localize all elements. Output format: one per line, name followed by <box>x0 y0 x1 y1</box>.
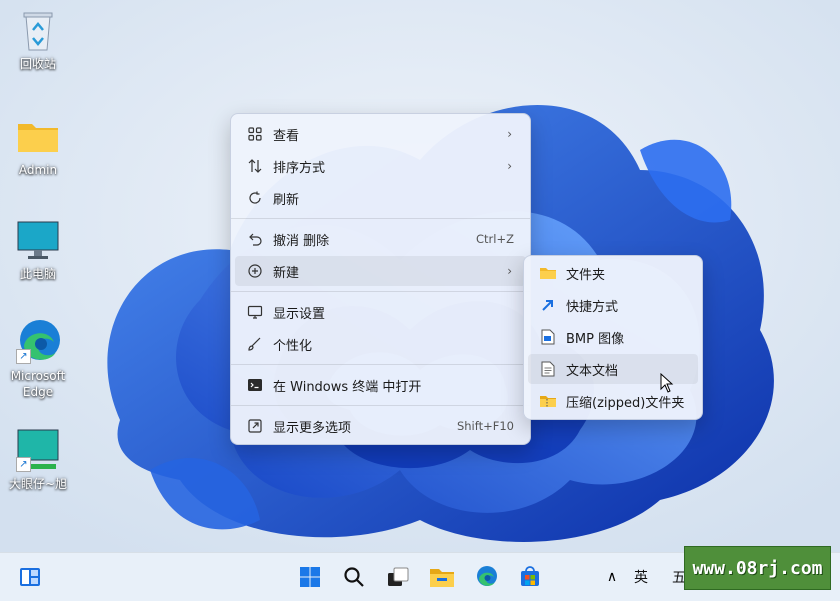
more-options-icon <box>245 416 265 436</box>
menu-item-label: 快捷方式 <box>566 299 619 315</box>
view-grid-icon <box>245 124 265 144</box>
menu-item-label: 刷新 <box>273 192 300 208</box>
task-view-icon <box>388 567 409 586</box>
desktop-icon-shortcut[interactable]: ↗ 大眼仔~旭 <box>6 426 70 492</box>
menu-item-undo-delete[interactable]: 撤消 删除 Ctrl+Z <box>235 224 526 254</box>
edge-taskbar-button[interactable] <box>470 561 502 593</box>
shortcut-text: Ctrl+Z <box>476 232 514 246</box>
desktop-icon-label: Microsoft Edge <box>10 369 66 399</box>
desktop-icon-recycle-bin[interactable]: 回收站 <box>6 6 70 72</box>
search-button[interactable] <box>338 561 370 593</box>
menu-item-sort[interactable]: 排序方式 › <box>235 151 526 181</box>
folder-icon <box>14 112 62 160</box>
submenu-item-shortcut[interactable]: 快捷方式 <box>528 290 698 320</box>
mouse-cursor-icon <box>660 373 674 393</box>
menu-item-label: 压缩(zipped)文件夹 <box>566 395 685 411</box>
menu-item-open-terminal[interactable]: 在 Windows 终端 中打开 <box>235 370 526 400</box>
menu-item-label: 新建 <box>273 265 300 281</box>
edge-icon: ↗ <box>14 318 62 366</box>
text-document-icon <box>538 359 558 379</box>
desktop-icon-label: 此电脑 <box>19 267 56 281</box>
menu-item-refresh[interactable]: 刷新 <box>235 183 526 213</box>
desktop-icon-label: 回收站 <box>19 57 56 71</box>
menu-separator <box>231 364 530 365</box>
menu-separator <box>231 405 530 406</box>
submenu-item-bmp-image[interactable]: BMP 图像 <box>528 322 698 352</box>
shortcut-text: Shift+F10 <box>456 419 514 433</box>
widgets-button[interactable] <box>14 561 46 593</box>
sort-icon <box>245 156 265 176</box>
context-menu: 查看 › 排序方式 › 刷新 撤消 删除 Ctrl+Z 新建 › 显示设置 个性… <box>230 113 531 445</box>
zip-folder-icon <box>538 391 558 411</box>
file-explorer-icon <box>430 569 454 587</box>
menu-item-display-settings[interactable]: 显示设置 <box>235 297 526 327</box>
ime-language-indicator[interactable]: 英 <box>634 567 648 587</box>
shortcut-icon <box>538 295 558 315</box>
task-view-button[interactable] <box>382 561 414 593</box>
chevron-right-icon: › <box>507 127 512 141</box>
menu-item-label: 显示设置 <box>273 306 326 322</box>
bmp-image-icon <box>538 327 558 347</box>
windows-logo-icon <box>300 567 320 587</box>
chevron-up-icon: ∧ <box>606 569 618 585</box>
menu-item-label: 文件夹 <box>566 267 606 283</box>
widgets-icon <box>20 568 40 586</box>
shortcut-arrow-icon: ↗ <box>16 349 31 364</box>
monitor-icon <box>14 216 62 264</box>
desktop-icon-this-pc[interactable]: 此电脑 <box>6 216 70 282</box>
menu-item-label: 个性化 <box>273 338 313 354</box>
desktop-icon-label: 大眼仔~旭 <box>8 477 68 491</box>
submenu-item-folder[interactable]: 文件夹 <box>528 258 698 288</box>
menu-item-label: 撤消 删除 <box>273 233 330 249</box>
monitor-shortcut-icon: ↗ <box>14 426 62 474</box>
menu-item-label: 文本文档 <box>566 363 619 379</box>
menu-item-label: 显示更多选项 <box>273 420 352 436</box>
folder-icon <box>538 263 558 283</box>
store-button[interactable] <box>514 561 546 593</box>
chevron-right-icon: › <box>507 264 512 278</box>
shortcut-arrow-icon: ↗ <box>16 457 31 472</box>
desktop-icon-admin[interactable]: Admin <box>6 112 70 178</box>
menu-separator <box>231 291 530 292</box>
terminal-icon <box>245 375 265 395</box>
menu-item-label: 排序方式 <box>273 160 326 176</box>
menu-item-show-more-options[interactable]: 显示更多选项 Shift+F10 <box>235 411 526 441</box>
edge-icon <box>477 566 497 586</box>
menu-item-personalize[interactable]: 个性化 <box>235 329 526 359</box>
start-button[interactable] <box>294 561 326 593</box>
tray-overflow-button[interactable]: ∧ <box>598 561 626 593</box>
undo-icon <box>245 229 265 249</box>
search-icon <box>344 567 364 587</box>
store-icon <box>521 566 539 586</box>
menu-separator <box>231 218 530 219</box>
display-settings-icon <box>245 302 265 322</box>
refresh-icon <box>245 188 265 208</box>
desktop-icon-label: Admin <box>18 163 58 177</box>
brush-icon <box>245 334 265 354</box>
site-watermark: www.08rj.com <box>684 546 831 590</box>
menu-item-view[interactable]: 查看 › <box>235 119 526 149</box>
menu-item-label: 在 Windows 终端 中打开 <box>273 379 422 395</box>
new-plus-icon <box>245 261 265 281</box>
desktop-icon-edge[interactable]: ↗ Microsoft Edge <box>6 318 70 400</box>
menu-item-new[interactable]: 新建 › <box>235 256 526 286</box>
new-submenu: 文件夹 快捷方式 BMP 图像 文本文档 压缩(zipped)文件夹 <box>523 255 703 420</box>
menu-item-label: 查看 <box>273 128 300 144</box>
recycle-bin-icon <box>14 6 62 54</box>
file-explorer-button[interactable] <box>426 561 458 593</box>
chevron-right-icon: › <box>507 159 512 173</box>
menu-item-label: BMP 图像 <box>566 331 625 347</box>
